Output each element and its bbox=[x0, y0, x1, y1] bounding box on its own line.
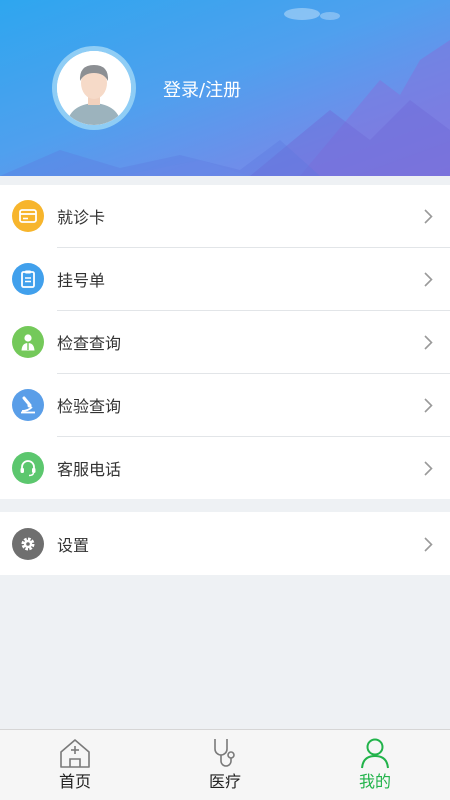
menu-item-label: 检验查询 bbox=[57, 396, 122, 416]
tab-label: 我的 bbox=[358, 772, 391, 791]
menu-item-label: 检查查询 bbox=[57, 333, 122, 353]
settings-group: 设置 bbox=[0, 512, 450, 575]
avatar[interactable] bbox=[52, 46, 136, 130]
tab-label: 首页 bbox=[58, 772, 91, 791]
hospital-home-icon bbox=[60, 739, 90, 768]
menu-item-visit-card[interactable]: 就诊卡 bbox=[0, 185, 450, 247]
menu-item-label: 挂号单 bbox=[57, 270, 106, 290]
tab-home[interactable]: 首页 bbox=[0, 730, 150, 800]
tab-medical[interactable]: 医疗 bbox=[150, 730, 300, 800]
chevron-right-icon bbox=[424, 209, 433, 224]
chevron-right-icon bbox=[424, 460, 433, 476]
stethoscope-icon bbox=[214, 739, 235, 767]
doctor-icon bbox=[12, 325, 44, 358]
chevron-right-icon bbox=[424, 536, 433, 552]
card-icon bbox=[12, 200, 44, 232]
menu-item-lab-test-query[interactable]: 检验查询 bbox=[0, 373, 450, 436]
menu-item-customer-service[interactable]: 客服电话 bbox=[0, 436, 450, 499]
menu-item-settings[interactable]: 设置 bbox=[0, 512, 450, 575]
login-register-link[interactable]: 登录/注册 bbox=[163, 76, 241, 102]
gear-icon bbox=[12, 527, 44, 560]
profile-header: 登录/注册 bbox=[0, 0, 450, 176]
chevron-right-icon bbox=[424, 334, 433, 350]
menu-item-label: 设置 bbox=[57, 535, 90, 555]
menu-item-label: 客服电话 bbox=[57, 459, 122, 479]
bottom-tab-bar: 首页 医疗 我的 bbox=[0, 729, 450, 800]
tab-mine[interactable]: 我的 bbox=[300, 730, 450, 800]
menu-item-registration[interactable]: 挂号单 bbox=[0, 247, 450, 310]
menu-item-exam-query[interactable]: 检查查询 bbox=[0, 310, 450, 373]
chevron-right-icon bbox=[424, 271, 433, 287]
headset-icon bbox=[12, 451, 44, 484]
user-icon bbox=[361, 738, 389, 769]
microscope-icon bbox=[12, 388, 44, 421]
avatar-person-icon bbox=[57, 51, 131, 125]
tab-label: 医疗 bbox=[208, 772, 241, 791]
menu-list: 就诊卡 挂号单 检查查询 检验查询 客服电话 bbox=[0, 185, 450, 499]
chevron-right-icon bbox=[424, 397, 433, 413]
clipboard-icon bbox=[12, 262, 44, 295]
menu-item-label: 就诊卡 bbox=[57, 208, 106, 227]
